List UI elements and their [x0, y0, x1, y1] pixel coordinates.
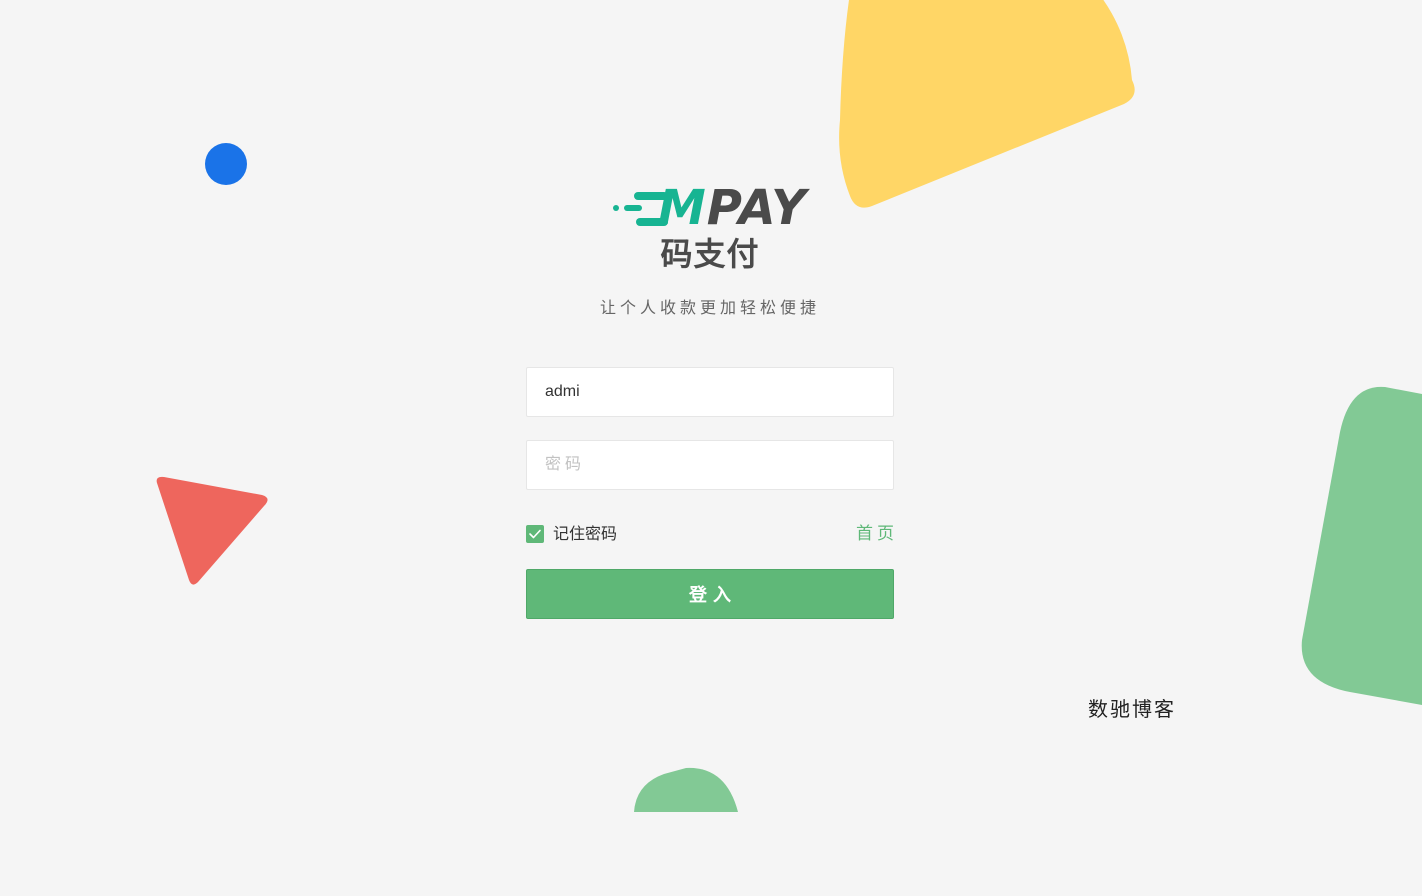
logo-letters-pay: PAY — [706, 180, 807, 236]
remember-row: 记住密码 首页 — [526, 522, 894, 548]
logo-letter-m: M — [658, 180, 707, 236]
footer-site-name: 数驰博客 — [1088, 697, 1176, 721]
red-triangle-shape — [156, 476, 268, 585]
remember-checkbox[interactable] — [526, 525, 544, 543]
username-input[interactable] — [526, 367, 894, 417]
check-icon — [529, 529, 541, 539]
remember-label[interactable]: 记住密码 — [553, 524, 617, 546]
green-rounded-square-shape — [1301, 386, 1422, 705]
logo-chinese-name: 码支付 — [660, 235, 760, 273]
slogan-text: 让个人收款更加轻松便捷 — [599, 300, 820, 317]
mpay-logo: MPAY 码支付 — [608, 184, 814, 276]
yellow-semicircle-shape — [839, 0, 1135, 208]
green-bottom-blob-shape — [634, 767, 738, 812]
home-link[interactable]: 首页 — [856, 523, 898, 545]
logo-wordmark: MPAY — [658, 184, 814, 232]
password-input[interactable] — [526, 440, 894, 490]
blue-dot-shape — [205, 143, 247, 185]
login-button[interactable]: 登入 — [526, 569, 894, 619]
